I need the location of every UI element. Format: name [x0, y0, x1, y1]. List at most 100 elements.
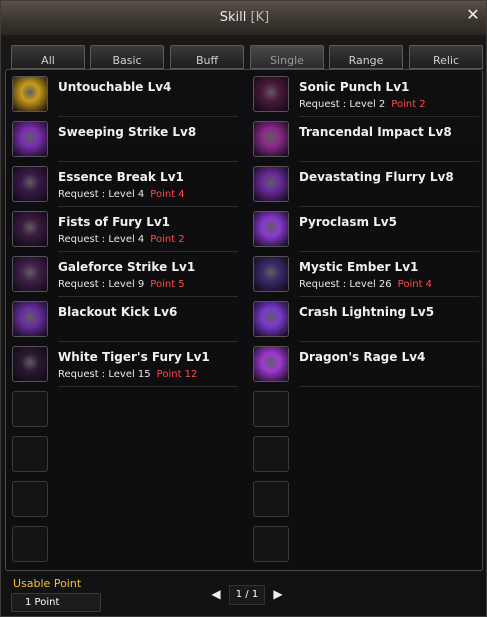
- page-indicator: 1 / 1: [229, 585, 265, 605]
- skill-point-cost: Point 2: [150, 234, 185, 245]
- empty-slot-icon[interactable]: [12, 391, 48, 427]
- next-page-icon[interactable]: ▶: [271, 586, 285, 602]
- empty-skill-slot[interactable]: [12, 481, 242, 519]
- empty-slot-icon[interactable]: [12, 481, 48, 517]
- empty-skill-slot[interactable]: [253, 436, 483, 474]
- skill-name: Trancendal Impact Lv8: [299, 125, 452, 139]
- row-divider: [58, 251, 238, 252]
- skill-requirement: Request : Level 4 Point 4: [58, 189, 185, 200]
- close-icon[interactable]: ✕: [464, 6, 482, 24]
- skill-window: Skill [K] ✕ All Basic Buff Single Range …: [0, 0, 487, 617]
- pyroclasm-icon[interactable]: [253, 211, 289, 247]
- skill-requirement: Request : Level 2 Point 2: [299, 99, 426, 110]
- skill-point-cost: Point 5: [150, 279, 185, 290]
- tab-all[interactable]: All: [11, 45, 85, 69]
- row-divider: [299, 296, 479, 297]
- tab-basic[interactable]: Basic: [90, 45, 164, 69]
- skill-name: Essence Break Lv1: [58, 170, 184, 184]
- skill-point-cost: Point 2: [391, 99, 426, 110]
- empty-skill-slot[interactable]: [12, 391, 242, 429]
- tab-range[interactable]: Range: [329, 45, 403, 69]
- skill-requirement: Request : Level 26 Point 4: [299, 279, 432, 290]
- row-divider: [299, 251, 479, 252]
- empty-skill-slot[interactable]: [253, 391, 483, 429]
- skill-name: White Tiger's Fury Lv1: [58, 350, 210, 364]
- skill-slot[interactable]: Trancendal Impact Lv8: [253, 121, 483, 162]
- usable-point-label: Usable Point: [13, 577, 82, 590]
- skill-slot[interactable]: Mystic Ember Lv1 Request : Level 26 Point …: [253, 256, 483, 297]
- skill-slot[interactable]: Devastating Flurry Lv8: [253, 166, 483, 207]
- row-divider: [299, 341, 479, 342]
- empty-skill-slot[interactable]: [253, 526, 483, 564]
- dark-purple-icon[interactable]: [12, 166, 48, 202]
- skill-request-level: Request : Level 4: [58, 189, 145, 200]
- skill-slot[interactable]: Sweeping Strike Lv8: [12, 121, 242, 162]
- empty-skill-slot[interactable]: [12, 436, 242, 474]
- skill-name: Dragon's Rage Lv4: [299, 350, 426, 364]
- skill-point-cost: Point 12: [156, 369, 198, 380]
- empty-slot-icon[interactable]: [253, 526, 289, 562]
- purple-slash-icon[interactable]: [12, 121, 48, 157]
- wind-strike-icon[interactable]: [12, 256, 48, 292]
- skill-request-level: Request : Level 15: [58, 369, 151, 380]
- skill-slot[interactable]: Galeforce Strike Lv1 Request : Level 9 Poi…: [12, 256, 242, 297]
- flurry-icon[interactable]: [253, 166, 289, 202]
- empty-skill-slot[interactable]: [12, 526, 242, 564]
- skill-slot[interactable]: Pyroclasm Lv5: [253, 211, 483, 252]
- skill-slot[interactable]: White Tiger's Fury Lv1 Request : Level 15…: [12, 346, 242, 387]
- skill-request-level: Request : Level 2: [299, 99, 386, 110]
- fists-icon[interactable]: [12, 211, 48, 247]
- skill-slot[interactable]: Crash Lightning Lv5: [253, 301, 483, 342]
- skill-name: Pyroclasm Lv5: [299, 215, 397, 229]
- tab-buff[interactable]: Buff: [170, 45, 244, 69]
- skill-slot[interactable]: Fists of Fury Lv1 Request : Level 4 Point …: [12, 211, 242, 252]
- skill-point-cost: Point 4: [397, 279, 433, 290]
- prev-page-icon[interactable]: ◀: [209, 586, 223, 602]
- row-divider: [299, 116, 479, 117]
- row-divider: [299, 386, 479, 387]
- skill-name: Sonic Punch Lv1: [299, 80, 410, 94]
- impact-icon[interactable]: [253, 121, 289, 157]
- skill-name: Fists of Fury Lv1: [58, 215, 171, 229]
- window-hotkey: [K]: [250, 10, 270, 25]
- pager: ◀ 1 / 1 ▶: [209, 585, 285, 605]
- skill-slot[interactable]: Blackout Kick Lv6: [12, 301, 242, 342]
- skill-slot[interactable]: Untouchable Lv4: [12, 76, 242, 117]
- usable-point-value: 1 Point: [11, 593, 101, 612]
- row-divider: [299, 161, 479, 162]
- skill-request-level: Request : Level 9: [58, 279, 145, 290]
- skill-name: Sweeping Strike Lv8: [58, 125, 197, 139]
- tiger-icon[interactable]: [12, 346, 48, 382]
- tab-single[interactable]: Single: [250, 45, 324, 69]
- kick-icon[interactable]: [12, 301, 48, 337]
- skill-name: Mystic Ember Lv1: [299, 260, 419, 274]
- skill-slot[interactable]: Dragon's Rage Lv4: [253, 346, 483, 387]
- skill-name: Blackout Kick Lv6: [58, 305, 178, 319]
- skill-name: Untouchable Lv4: [58, 80, 172, 94]
- skill-requirement: Request : Level 4 Point 2: [58, 234, 185, 245]
- skill-name: Devastating Flurry Lv8: [299, 170, 454, 184]
- title-bar[interactable]: Skill [K] ✕: [1, 1, 486, 35]
- empty-slot-icon[interactable]: [253, 391, 289, 427]
- yellow-aura-icon[interactable]: [12, 76, 48, 112]
- skill-slot[interactable]: Essence Break Lv1 Request : Level 4 Point …: [12, 166, 242, 207]
- skill-point-cost: Point 4: [150, 189, 185, 200]
- tab-relic[interactable]: Relic: [409, 45, 483, 69]
- row-divider: [58, 116, 238, 117]
- skill-list-panel: Untouchable Lv4 Sweeping Strike Lv8 Essenc…: [5, 69, 483, 571]
- skill-request-level: Request : Level 4: [58, 234, 145, 245]
- lightning-icon[interactable]: [253, 301, 289, 337]
- row-divider: [299, 206, 479, 207]
- skill-slot[interactable]: Sonic Punch Lv1 Request : Level 2 Point 2: [253, 76, 483, 117]
- empty-skill-slot[interactable]: [253, 481, 483, 519]
- skill-name: Galeforce Strike Lv1: [58, 260, 196, 274]
- row-divider: [58, 206, 238, 207]
- empty-slot-icon[interactable]: [253, 481, 289, 517]
- punch-icon[interactable]: [253, 76, 289, 112]
- empty-slot-icon[interactable]: [12, 436, 48, 472]
- ember-icon[interactable]: [253, 256, 289, 292]
- empty-slot-icon[interactable]: [12, 526, 48, 562]
- empty-slot-icon[interactable]: [253, 436, 289, 472]
- row-divider: [58, 386, 238, 387]
- dragon-icon[interactable]: [253, 346, 289, 382]
